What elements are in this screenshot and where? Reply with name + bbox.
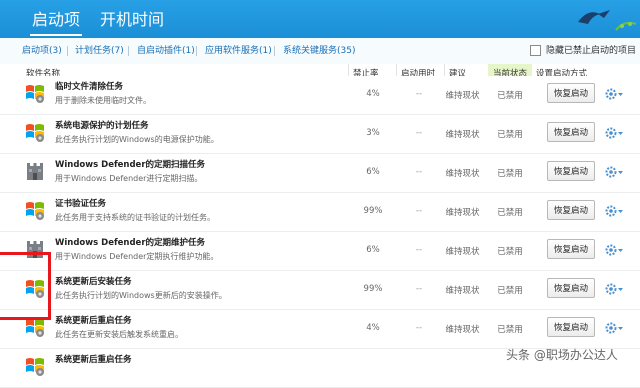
disable-rate: 99% — [363, 206, 383, 216]
startup-time: -- — [415, 167, 423, 177]
current-status: 已禁用 — [497, 169, 523, 179]
table-row[interactable]: 系统电源保护的计划任务此任务执行计划的Windows的电源保护功能。 3% -- 维持… — [0, 115, 640, 154]
restore-startup-button[interactable]: 恢复启动 — [547, 161, 595, 181]
current-status: 已禁用 — [497, 208, 523, 218]
disable-rate: 4% — [366, 89, 380, 99]
windows-logo-icon — [24, 82, 46, 104]
task-name: 证书验证任务 — [55, 199, 107, 209]
startup-time: -- — [415, 284, 423, 294]
task-description: 用于Windows Defender进行定期扫描。 — [55, 174, 203, 183]
disable-rate: 3% — [366, 128, 380, 138]
task-name: 系统更新后安装任务 — [55, 277, 132, 287]
task-name: 系统电源保护的计划任务 — [55, 121, 149, 131]
tab-divider — [196, 46, 197, 56]
subtab-scheduled-tasks[interactable]: 计划任务(7) — [75, 38, 124, 64]
gear-dropdown-icon[interactable] — [604, 320, 624, 334]
red-highlight-box — [0, 252, 51, 320]
suggestion: 维持现状 — [445, 130, 480, 140]
restore-startup-button[interactable]: 恢复启动 — [547, 239, 595, 259]
hide-disabled-checkbox[interactable] — [530, 45, 541, 56]
tab-startup-items[interactable]: 启动项 — [28, 6, 84, 36]
task-description: 此任务在更新安装后触发系统重启。 — [55, 330, 183, 339]
startup-time: -- — [415, 89, 423, 99]
restore-startup-button[interactable]: 恢复启动 — [547, 122, 595, 142]
task-name: Windows Defender的定期维护任务 — [55, 238, 206, 248]
suggestion: 维持现状 — [445, 169, 480, 179]
current-status: 已禁用 — [497, 286, 523, 296]
suggestion: 维持现状 — [445, 208, 480, 218]
gear-dropdown-icon[interactable] — [604, 242, 624, 256]
table-row[interactable]: Windows Defender的定期扫描任务 用于Windows Defende… — [0, 154, 640, 193]
disable-rate: 4% — [366, 323, 380, 333]
watermark-text: 头条 @职场办公达人 — [506, 348, 618, 362]
task-description: 此任务执行计划的Windows更新后的安装操作。 — [55, 291, 227, 300]
task-description: 用于删除未使用临时文件。 — [55, 96, 151, 105]
suggestion: 维持现状 — [445, 325, 480, 335]
restore-startup-button[interactable]: 恢复启动 — [547, 200, 595, 220]
restore-startup-button[interactable]: 恢复启动 — [547, 317, 595, 337]
subtab-plugins[interactable]: 自启动插件(1) — [137, 38, 195, 64]
current-status: 已禁用 — [497, 247, 523, 257]
task-name: Windows Defender的定期扫描任务 — [55, 160, 206, 170]
task-name: 系统更新后重启任务 — [55, 355, 132, 365]
tab-divider — [274, 46, 275, 56]
restore-startup-button[interactable]: 恢复启动 — [547, 83, 595, 103]
task-description: 此任务执行计划的Windows的电源保护功能。 — [55, 135, 219, 144]
startup-time: -- — [415, 245, 423, 255]
task-description: 用于Windows Defender定期执行维护功能。 — [55, 252, 219, 261]
startup-time: -- — [415, 323, 423, 333]
disable-rate: 6% — [366, 167, 380, 177]
subtab-system-services[interactable]: 系统关键服务(35) — [283, 38, 355, 64]
tab-divider — [128, 46, 129, 56]
current-status: 已禁用 — [497, 91, 523, 101]
suggestion: 维持现状 — [445, 91, 480, 101]
task-description: 此任务用于支持系统的证书验证的计划任务。 — [55, 213, 215, 222]
gear-dropdown-icon[interactable] — [604, 86, 624, 100]
task-name: 临时文件清除任务 — [55, 82, 124, 92]
windows-logo-icon — [24, 355, 46, 377]
gear-dropdown-icon[interactable] — [604, 125, 624, 139]
table-row[interactable]: 系统更新后重启任务此任务在更新安装后触发系统重启。 4% -- 维持现状 已禁用 恢复启动 — [0, 310, 640, 349]
windows-logo-icon — [24, 199, 46, 221]
gear-dropdown-icon[interactable] — [604, 203, 624, 217]
table-row[interactable]: 临时文件清除任务用于删除未使用临时文件。 4% -- 维持现状 已禁用 恢复启动 — [0, 76, 640, 115]
swallow-decoration-icon — [578, 10, 637, 31]
castle-icon — [24, 160, 46, 182]
gear-dropdown-icon[interactable] — [604, 164, 624, 178]
startup-time: -- — [415, 206, 423, 216]
table-row[interactable]: 系统更新后安装任务此任务执行计划的Windows更新后的安装操作。 99% -- 维持… — [0, 271, 640, 310]
disable-rate: 6% — [366, 245, 380, 255]
subtab-startup-items[interactable]: 启动项(3) — [22, 38, 62, 64]
current-status: 已禁用 — [497, 130, 523, 140]
restore-startup-button[interactable]: 恢复启动 — [547, 278, 595, 298]
tab-boot-time[interactable]: 开机时间 — [96, 6, 168, 34]
startup-time: -- — [415, 128, 423, 138]
windows-logo-icon — [24, 121, 46, 143]
suggestion: 维持现状 — [445, 247, 480, 257]
sub-tab-bar: 启动项(3) 计划任务(7) 自启动插件(1) 应用软件服务(1) 系统关键服务… — [0, 38, 640, 65]
disable-rate: 99% — [363, 284, 383, 294]
suggestion: 维持现状 — [445, 286, 480, 296]
hide-disabled-label: 隐藏已禁止启动的项目 — [546, 46, 637, 56]
tab-divider — [67, 46, 68, 56]
current-status: 已禁用 — [497, 325, 523, 335]
task-name: 系统更新后重启任务 — [55, 316, 132, 326]
gear-dropdown-icon[interactable] — [604, 281, 624, 295]
subtab-app-services[interactable]: 应用软件服务(1) — [205, 38, 272, 64]
app-header: 启动项 开机时间 — [0, 0, 640, 38]
table-row[interactable]: Windows Defender的定期维护任务用于Windows Defende… — [0, 232, 640, 271]
table-row[interactable]: 证书验证任务此任务用于支持系统的证书验证的计划任务。 99% -- 维持现状 已禁用 恢复… — [0, 193, 640, 232]
